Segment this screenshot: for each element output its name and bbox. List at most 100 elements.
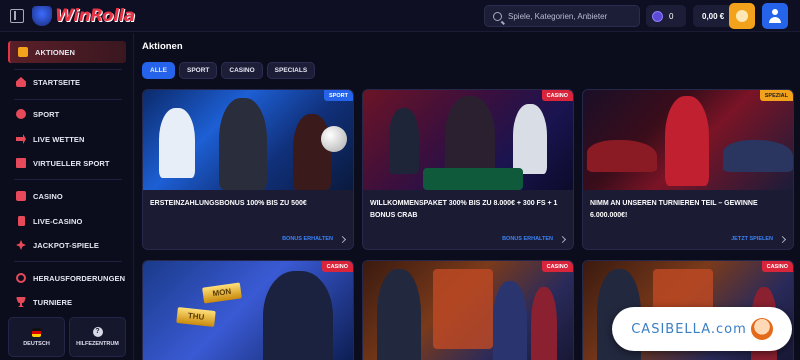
wolf-figure xyxy=(219,98,267,190)
promo-card-casino-welcome[interactable]: Casino Willkommenspaket 300% bis zu 8.00… xyxy=(362,89,574,250)
page-title: Aktionen xyxy=(142,41,183,52)
sidebar-item-live-casino[interactable]: Live-Casino xyxy=(8,210,126,232)
promo-card-slots-1[interactable]: Casino xyxy=(362,260,574,360)
category-tag: Spezial xyxy=(759,90,793,101)
logo-text: WinRolla xyxy=(55,6,135,26)
live-icon xyxy=(16,134,26,144)
sidebar-item-herausforderungen[interactable]: Herausforderungen xyxy=(8,267,126,289)
promo-image: MON THU xyxy=(143,261,353,360)
sidebar-bottom: Deutsch ? Hilfezentrum xyxy=(8,317,126,357)
sidebar-item-label: Sport xyxy=(33,109,60,119)
logo[interactable]: WinRolla xyxy=(32,4,135,28)
divider xyxy=(14,179,122,180)
sidebar-item-live-wetten[interactable]: Live Wetten xyxy=(8,128,126,150)
polar-bear-figure xyxy=(159,108,195,178)
sidebar-item-label: Aktionen xyxy=(35,47,75,57)
dog-figure xyxy=(389,108,419,174)
sidebar-item-startseite[interactable]: Startseite xyxy=(8,71,126,93)
fox-figure xyxy=(665,96,709,186)
filter-sport[interactable]: Sport xyxy=(178,62,218,79)
promo-card-sport-bonus[interactable]: Sport Ersteinzahlungsbonus 100% bis zu 5… xyxy=(142,89,354,250)
gold-bar-mon: MON xyxy=(202,282,242,304)
gift-icon xyxy=(18,47,28,57)
get-bonus-link[interactable]: Bonus erhalten xyxy=(282,235,347,243)
poker-table xyxy=(423,168,523,190)
sidebar-item-label: Live-Casino xyxy=(33,216,83,226)
sidebar-item-label: Turniere xyxy=(33,297,73,307)
promo-card-weekly-reload[interactable]: MON THU Casino xyxy=(142,260,354,360)
flag-icon xyxy=(32,327,41,337)
promo-title: Willkommenspaket 300% bis zu 8.000€ + 30… xyxy=(370,200,558,219)
promo-image xyxy=(143,90,353,190)
wolf-figure xyxy=(377,269,421,360)
get-bonus-link[interactable]: Bonus erhalten xyxy=(502,235,567,243)
search-input[interactable] xyxy=(508,11,638,21)
watermark-text: CASIBELLA.com xyxy=(631,321,747,337)
promo-title: Nimm an unseren Turnieren teil – Gewinne… xyxy=(590,200,758,219)
home-icon xyxy=(16,77,26,87)
clover-icon xyxy=(16,240,26,250)
sidebar-item-label: Jackpot-Spiele xyxy=(33,240,99,250)
sidebar-item-sport[interactable]: Sport xyxy=(8,103,126,125)
top-header: WinRolla 0 0,00 € xyxy=(0,0,800,32)
filter-all[interactable]: Alle xyxy=(142,62,175,79)
trophy-icon xyxy=(16,297,26,307)
target-icon xyxy=(16,273,26,283)
bear-figure xyxy=(493,281,527,360)
phone-icon xyxy=(18,216,25,226)
help-label: Hilfezentrum xyxy=(76,341,119,347)
sidebar-item-label: Casino xyxy=(33,191,63,201)
category-tag: Casino xyxy=(321,261,353,272)
fox-figure xyxy=(531,287,557,360)
help-center-button[interactable]: ? Hilfezentrum xyxy=(69,317,126,357)
sidebar-item-label: Startseite xyxy=(33,77,81,87)
user-profile-button[interactable] xyxy=(762,3,788,29)
mascot-icon xyxy=(750,318,773,340)
soccer-ball-icon xyxy=(321,126,347,152)
filter-specials[interactable]: Specials xyxy=(266,62,316,79)
sidebar-toggle-icon[interactable] xyxy=(10,9,24,23)
sidebar-item-turniere[interactable]: Turniere xyxy=(8,291,126,313)
divider xyxy=(14,261,122,262)
sidebar: Aktionen Startseite Sport Live Wetten Vi… xyxy=(0,33,134,360)
promo-image xyxy=(583,90,793,190)
sidebar-item-label: Live Wetten xyxy=(33,134,85,144)
bear-figure xyxy=(513,104,547,174)
wallet-button[interactable] xyxy=(729,3,755,29)
divider xyxy=(14,99,122,100)
chevron-right-icon xyxy=(338,235,347,243)
play-now-link[interactable]: Jetzt spielen xyxy=(731,235,787,243)
language-button[interactable]: Deutsch xyxy=(8,317,65,357)
chevron-right-icon xyxy=(558,235,567,243)
link-label: Bonus erhalten xyxy=(282,236,333,242)
coin-icon xyxy=(652,10,663,22)
character-figure xyxy=(263,271,333,360)
sidebar-item-label: Virtueller Sport xyxy=(33,158,110,168)
category-tag: Casino xyxy=(541,90,573,101)
filter-chips: Alle Sport Casino Specials xyxy=(142,62,316,79)
sidebar-item-aktionen[interactable]: Aktionen xyxy=(8,41,126,63)
otter-figure xyxy=(293,114,331,190)
category-tag: Casino xyxy=(761,261,793,272)
screen-icon xyxy=(16,158,26,168)
chevron-right-icon xyxy=(778,235,787,243)
promo-title: Ersteinzahlungsbonus 100% bis zu 500€ xyxy=(150,200,307,207)
help-icon: ? xyxy=(92,327,103,337)
promo-image xyxy=(363,90,573,190)
gold-bar-thu: THU xyxy=(176,307,216,327)
sidebar-item-virtueller-sport[interactable]: Virtueller Sport xyxy=(8,152,126,174)
sidebar-item-casino[interactable]: Casino xyxy=(8,185,126,207)
promo-card-tournaments[interactable]: Spezial Nimm an unseren Turnieren teil –… xyxy=(582,89,794,250)
link-label: Jetzt spielen xyxy=(731,236,773,242)
slot-machine xyxy=(433,269,493,349)
category-tag: Casino xyxy=(541,261,573,272)
sidebar-item-jackpot-spiele[interactable]: Jackpot-Spiele xyxy=(8,234,126,256)
filter-casino[interactable]: Casino xyxy=(221,62,263,79)
points-value: 0 xyxy=(669,11,674,21)
language-label: Deutsch xyxy=(23,340,50,347)
points-display[interactable]: 0 xyxy=(646,5,686,27)
divider xyxy=(14,69,122,70)
search-bar[interactable] xyxy=(484,5,640,27)
casino-icon xyxy=(16,191,26,201)
casibella-watermark: CASIBELLA.com xyxy=(612,307,792,351)
